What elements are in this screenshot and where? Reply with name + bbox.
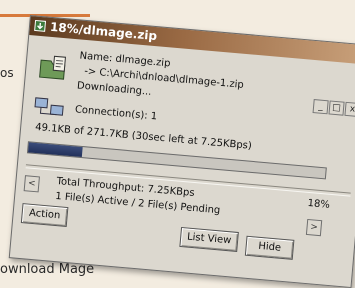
files-status-label: 1 File(s) Active / 2 File(s) Pending — [54, 190, 221, 217]
action-button[interactable]: Action — [20, 203, 69, 228]
scroll-right-button[interactable]: > — [305, 218, 323, 237]
hide-button[interactable]: Hide — [244, 235, 295, 260]
connections-label: Connection(s): 1 — [74, 104, 158, 123]
download-progress-bar — [26, 141, 327, 180]
close-button[interactable]: x — [344, 101, 355, 118]
minimize-button[interactable]: _ — [312, 99, 329, 115]
download-progress-fill — [28, 142, 83, 158]
list-view-button[interactable]: List View — [179, 226, 239, 252]
window-controls: _ □ x — [312, 93, 355, 118]
percent-label: 18% — [307, 197, 331, 211]
download-window: 18%/dlmage.zip _ □ x Name: dlmage.zip -> C… — [8, 15, 355, 288]
status-label: Downloading... — [76, 80, 152, 98]
restore-button[interactable]: □ — [328, 100, 345, 116]
page-text-fragment-top: os — [0, 66, 14, 80]
window-title: 18%/dlmage.zip — [49, 19, 158, 44]
folder-file-icon — [39, 55, 66, 80]
window-titlebar[interactable]: 18%/dlmage.zip — [29, 16, 355, 65]
scroll-left-button[interactable]: < — [23, 175, 40, 193]
download-arrow-icon — [34, 19, 47, 32]
network-computers-icon — [34, 97, 64, 116]
